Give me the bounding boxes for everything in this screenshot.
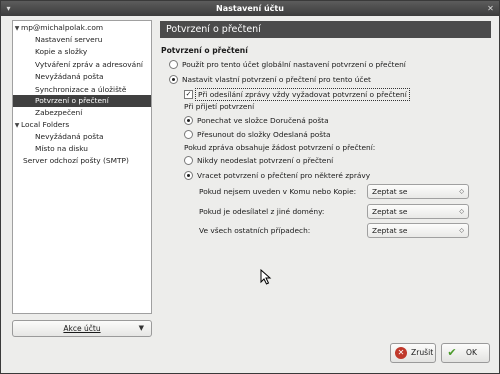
title-bar: ▾ Nastavení účtu ✕ xyxy=(1,1,499,16)
section-title: Potvrzení o přečtení xyxy=(161,46,248,55)
tree-item-return-receipts[interactable]: Potvrzení o přečtení xyxy=(13,95,151,107)
close-icon[interactable]: ✕ xyxy=(486,4,495,13)
on-receipt-heading: Při přijetí potvrzení xyxy=(184,102,255,111)
cancel-button[interactable]: ✕ Zrušit xyxy=(390,343,436,363)
mouse-cursor-icon xyxy=(260,269,272,285)
rule-label-all-other: Ve všech ostatních případech: xyxy=(199,226,311,235)
account-tree: ▼ mp@michalpolak.com Nastavení serveru Ko… xyxy=(12,20,152,314)
panel-header: Potvrzení o přečtení xyxy=(160,21,491,38)
window-menu-icon[interactable]: ▾ xyxy=(4,4,13,13)
checkmark-icon: ✔ xyxy=(447,346,457,359)
radio-use-global[interactable] xyxy=(169,60,178,69)
tree-item-server-settings[interactable]: Nastavení serveru xyxy=(13,34,151,46)
tree-item-disk-space[interactable]: Místo na disku xyxy=(13,143,151,155)
tree-item-account[interactable]: ▼ mp@michalpolak.com xyxy=(13,22,151,34)
tree-item-smtp[interactable]: Server odchozí pošty (SMTP) xyxy=(13,155,151,167)
chevron-down-icon: ▼ xyxy=(138,324,144,332)
window-title: Nastavení účtu xyxy=(216,4,284,13)
select-arrows-icon: ◇ xyxy=(459,227,464,234)
radio-allow-some[interactable] xyxy=(184,171,193,180)
radio-never-send[interactable] xyxy=(184,156,193,165)
account-actions-dropdown[interactable]: Akce účtu ▼ xyxy=(12,320,152,337)
tree-item-copies-folders[interactable]: Kopie a složky xyxy=(13,46,151,58)
tree-item-security[interactable]: Zabezpečení xyxy=(13,107,151,119)
rule-select-all-other[interactable]: Zeptat se ◇ xyxy=(367,223,469,238)
rule-select-other-domain[interactable]: Zeptat se ◇ xyxy=(367,204,469,219)
select-arrows-icon: ◇ xyxy=(459,188,464,195)
account-actions-label: Akce účtu xyxy=(63,324,101,333)
tree-item-local-junk[interactable]: Nevyžádaná pošta xyxy=(13,131,151,143)
cancel-icon: ✕ xyxy=(395,347,407,359)
rule-select-not-in-to-cc[interactable]: Zeptat se ◇ xyxy=(367,184,469,199)
tree-item-local-folders[interactable]: ▼ Local Folders xyxy=(13,119,151,131)
ok-button[interactable]: ✔ OK xyxy=(441,343,490,363)
checkbox-always-request[interactable]: ✓ xyxy=(184,90,193,99)
account-settings-window: ▾ Nastavení účtu ✕ ▼ mp@michalpolak.com N… xyxy=(0,0,500,374)
tree-item-composition[interactable]: Vytváření zpráv a adresování xyxy=(13,59,151,71)
select-arrows-icon: ◇ xyxy=(459,208,464,215)
rule-label-not-in-to-cc: Pokud nejsem uveden v Komu nebo Kopie: xyxy=(199,187,357,196)
rule-label-other-domain: Pokud je odesílatel z jiné domény: xyxy=(199,207,325,216)
radio-move-to-sent[interactable] xyxy=(184,130,193,139)
tree-item-junk[interactable]: Nevyžádaná pošta xyxy=(13,71,151,83)
on-request-heading: Pokud zpráva obsahuje žádost potvrzení o… xyxy=(184,143,376,152)
radio-keep-in-inbox[interactable] xyxy=(184,116,193,125)
radio-use-custom[interactable] xyxy=(169,75,178,84)
